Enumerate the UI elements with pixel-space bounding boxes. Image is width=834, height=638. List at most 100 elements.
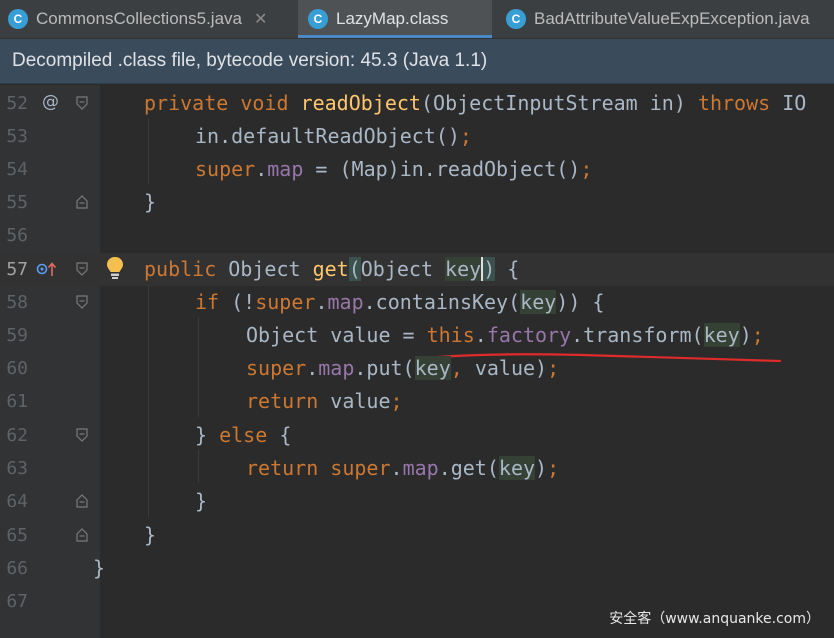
token: this: [426, 323, 475, 347]
token: )) {: [556, 290, 605, 314]
token: map: [402, 456, 439, 480]
code-text: super.map.put(key, value);: [246, 356, 559, 380]
token: .put(: [354, 356, 415, 380]
token: public: [144, 257, 217, 281]
token: ,: [450, 356, 463, 380]
code-text: super.map = (Map)in.readObject();: [195, 157, 592, 181]
fold-open-icon[interactable]: [76, 428, 88, 442]
tab-commons-collections5[interactable]: C CommonsCollections5.java ✕: [8, 0, 298, 38]
token: key: [520, 290, 557, 314]
token: {: [507, 257, 520, 281]
close-icon[interactable]: ✕: [254, 9, 267, 29]
token: ): [535, 356, 548, 380]
token: map: [267, 157, 304, 181]
code-line-current: 57 public Object get(Object key) {: [0, 253, 834, 286]
tab-bad-attribute-value-exp-exception[interactable]: C BadAttributeValueExpException.java: [506, 0, 834, 38]
line-number: 66: [6, 558, 28, 579]
token: super: [255, 290, 316, 314]
token: ;: [547, 456, 560, 480]
token: .: [315, 290, 328, 314]
fold-end-icon[interactable]: [76, 494, 88, 508]
token: map: [318, 356, 355, 380]
code-line: 60 super.map.put(key, value);: [0, 352, 834, 385]
token: map: [327, 290, 364, 314]
token: if: [195, 290, 220, 314]
token: .: [390, 456, 403, 480]
implements-marker-icon[interactable]: [36, 261, 58, 277]
line-number: 64: [6, 491, 28, 512]
line-number: 56: [6, 225, 28, 246]
line-number: 58: [6, 292, 28, 313]
code-text: }: [144, 190, 156, 214]
line-number: 67: [6, 591, 28, 612]
code-text: Object value = this.factory.transform(ke…: [246, 323, 764, 347]
token: .get(: [438, 456, 499, 480]
code-line: 54 super.map = (Map)in.readObject();: [0, 153, 834, 186]
token: Object value =: [246, 323, 427, 347]
code-line: 59 Object value = this.factory.transform…: [0, 319, 834, 352]
token: void: [240, 91, 289, 115]
class-icon: C: [308, 9, 328, 29]
token: in.defaultReadObject(): [195, 124, 460, 148]
token: private: [144, 91, 229, 115]
code-editor[interactable]: 52 @ private void readObject(ObjectInput…: [0, 85, 834, 638]
token: super: [246, 356, 307, 380]
line-number: 53: [6, 126, 28, 147]
code-text: private void readObject(ObjectInputStrea…: [144, 91, 806, 115]
token: }: [195, 423, 208, 447]
line-number: 60: [6, 358, 28, 379]
matched-brace: ): [483, 257, 496, 281]
fold-end-icon[interactable]: [76, 195, 88, 209]
override-icon[interactable]: @: [42, 92, 59, 112]
line-number: 63: [6, 458, 28, 479]
code-line: 64 }: [0, 485, 834, 518]
line-number: 55: [6, 192, 28, 213]
code-text: return value;: [246, 389, 403, 413]
token: value: [318, 389, 391, 413]
code-line: 56: [0, 219, 834, 252]
tab-label: BadAttributeValueExpException.java: [534, 9, 810, 28]
code-line: 62 } else {: [0, 419, 834, 452]
watermark: 安全客（www.anquanke.com）: [609, 611, 820, 627]
code-text: }: [93, 556, 105, 580]
tab-lazymap-class[interactable]: C LazyMap.class: [298, 0, 492, 38]
token: readObject: [300, 91, 421, 115]
fold-open-icon[interactable]: [76, 295, 88, 309]
code-line: 58 if (!super.map.containsKey(key)) {: [0, 286, 834, 319]
token: ;: [547, 356, 560, 380]
token: ): [535, 456, 548, 480]
lightbulb-icon[interactable]: [105, 255, 125, 281]
token: .containsKey(: [363, 290, 521, 314]
fold-end-icon[interactable]: [76, 528, 88, 542]
fold-open-icon[interactable]: [76, 262, 88, 276]
token: ;: [459, 124, 472, 148]
token: ): [739, 323, 752, 347]
code-line: 52 @ private void readObject(ObjectInput…: [0, 87, 834, 120]
line-number: 61: [6, 391, 28, 412]
token: return: [246, 456, 319, 480]
code-text: } else {: [195, 423, 291, 447]
token: .: [306, 356, 319, 380]
token: key: [498, 456, 536, 480]
token: .: [255, 157, 268, 181]
token: {: [279, 423, 292, 447]
fold-open-icon[interactable]: [76, 96, 88, 110]
token: (!: [219, 290, 256, 314]
token: }: [144, 190, 157, 214]
matched-brace: (: [348, 257, 361, 281]
line-number: 52: [6, 93, 28, 114]
code-text: return super.map.get(key);: [246, 456, 559, 480]
token: key: [414, 356, 451, 380]
token: ;: [751, 323, 764, 347]
code-line: 66 }: [0, 552, 834, 585]
token: IO: [782, 91, 807, 115]
token: ;: [390, 389, 403, 413]
token: ;: [580, 157, 593, 181]
tab-label: LazyMap.class: [336, 9, 449, 28]
token: super: [330, 456, 391, 480]
token: throws: [697, 91, 771, 115]
token: .: [474, 323, 487, 347]
token: }: [144, 523, 157, 547]
code-text: }: [144, 523, 156, 547]
text-caret: y: [469, 257, 484, 281]
